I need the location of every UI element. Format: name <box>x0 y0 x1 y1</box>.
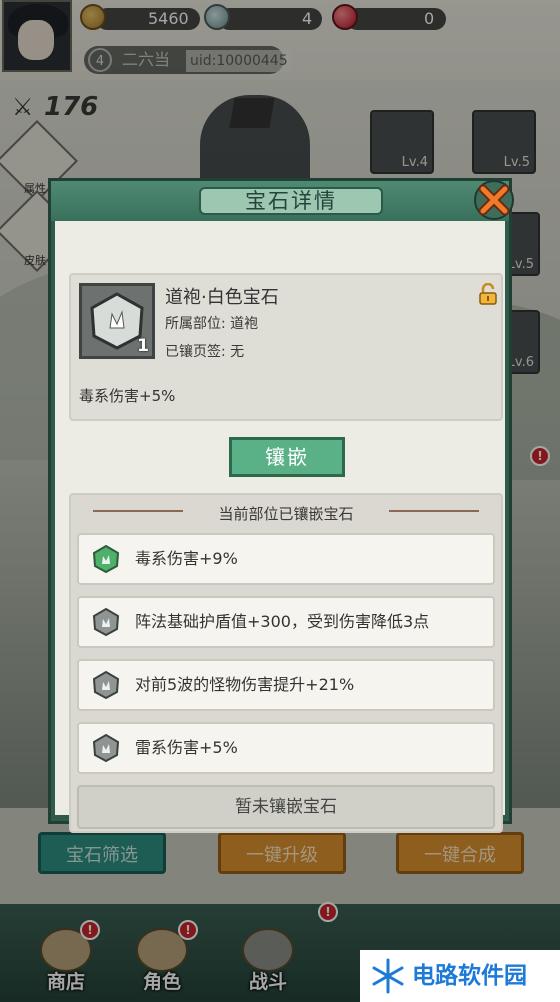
close-button[interactable] <box>473 179 515 221</box>
modal-body: 1 道袍·白色宝石 所属部位: 道袍 已镶页签: 无 毒系伤害+5% 镶嵌 当前… <box>55 221 505 833</box>
gem-page: 已镶页签: 无 <box>165 344 245 360</box>
gray-gem-icon <box>92 733 120 763</box>
modal-title: 宝石详情 <box>245 189 337 213</box>
snowflake-icon <box>372 958 404 994</box>
slot-effect: 对前5波的怪物伤害提升+21% <box>135 675 355 694</box>
gem-thumbnail[interactable]: 1 <box>79 283 155 359</box>
gem-count: 1 <box>137 336 149 356</box>
gem-part: 所属部位: 道袍 <box>165 316 259 332</box>
inlaid-gems-panel: 当前部位已镶嵌宝石 毒系伤害+9% 阵法基础护盾值+300，受到伤害降低3点 对… <box>69 493 503 833</box>
unlock-icon[interactable] <box>477 282 499 305</box>
gray-gem-icon <box>92 670 120 700</box>
slot-effect: 雷系伤害+5% <box>135 738 238 757</box>
slot-effect: 毒系伤害+9% <box>135 549 238 568</box>
gem-slot[interactable]: 雷系伤害+5% <box>77 722 495 774</box>
gem-detail-modal: 宝石详情 1 道袍·白色宝石 所属部位: 道袍 已镶页签: 无 毒系伤害+5% … <box>48 178 515 833</box>
inlaid-gems-title: 当前部位已镶嵌宝石 <box>218 505 354 523</box>
empty-gem-slot[interactable]: 暂未镶嵌宝石 <box>77 785 495 829</box>
gray-gem-icon <box>92 607 120 637</box>
inlay-button[interactable]: 镶嵌 <box>229 437 345 477</box>
gem-slot[interactable]: 毒系伤害+9% <box>77 533 495 585</box>
gem-slot[interactable]: 对前5波的怪物伤害提升+21% <box>77 659 495 711</box>
gem-effect: 毒系伤害+5% <box>79 387 176 405</box>
green-gem-icon <box>92 544 120 574</box>
watermark-text: 电路软件园 <box>412 963 527 989</box>
slot-effect: 阵法基础护盾值+300，受到伤害降低3点 <box>135 612 430 631</box>
modal-header: 宝石详情 <box>51 181 509 221</box>
gem-info-card: 1 道袍·白色宝石 所属部位: 道袍 已镶页签: 无 毒系伤害+5% <box>69 273 503 421</box>
close-icon <box>474 180 514 220</box>
gem-slot[interactable]: 阵法基础护盾值+300，受到伤害降低3点 <box>77 596 495 648</box>
gem-name: 道袍·白色宝石 <box>165 287 279 308</box>
watermark: 电路软件园 <box>360 950 560 1002</box>
